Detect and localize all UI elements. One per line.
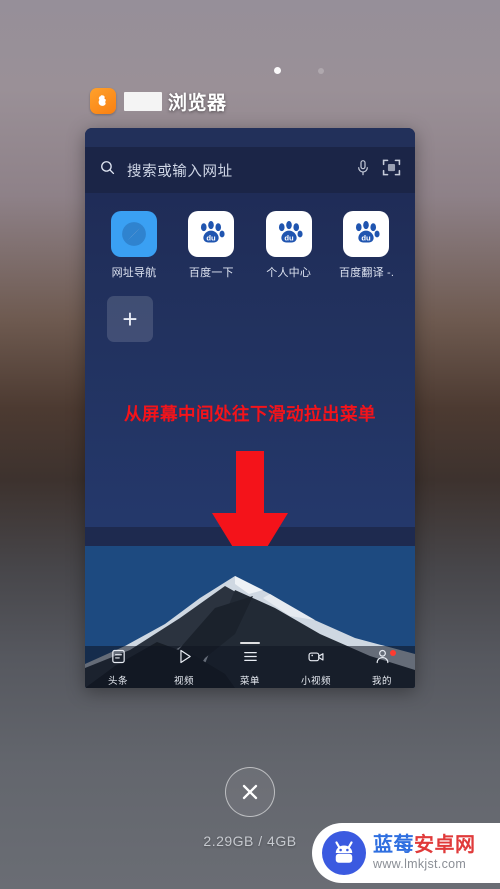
card-body: 网址导航 du 百度一下 du 个人中心 du 百度翻译 - + 从屏幕中间处往… (85, 193, 415, 575)
nav-item-video[interactable]: 视频 (151, 648, 217, 687)
shortcut-item[interactable]: 网址导航 (107, 211, 161, 280)
notification-badge-dot (390, 649, 396, 656)
nav-label: 菜单 (239, 675, 260, 687)
plus-icon: + (122, 304, 138, 334)
task-card[interactable]: 搜索或输入网址 网址导航 du 百度一下 du 个人中心 du 百度翻译 - +… (85, 128, 415, 688)
shortcut-label: 百度翻译 -... (338, 267, 393, 279)
close-all-button[interactable] (225, 767, 275, 817)
swipe-hint-text: 从屏幕中间处往下滑动拉出菜单 (124, 404, 376, 424)
watermark-title-red: 安卓网 (414, 833, 476, 856)
page-indicator-dots (0, 64, 500, 78)
gesture-handle (240, 642, 260, 644)
nav-item-menu[interactable]: 菜单 (217, 648, 283, 687)
card-top-strip (85, 128, 415, 147)
baidu-paw-icon: du (188, 211, 235, 257)
shortcut-grid: 网址导航 du 百度一下 du 个人中心 du 百度翻译 - (85, 211, 415, 280)
shortcut-item[interactable]: du 百度一下 (184, 211, 238, 280)
play-icon (176, 648, 193, 670)
watermark-text: 蓝莓安卓网 www.lmkjst.com (373, 833, 476, 871)
nav-label: 头条 (107, 675, 128, 687)
menu-icon (242, 648, 259, 670)
page-dot-inactive[interactable] (318, 67, 324, 74)
microphone-icon[interactable] (355, 159, 371, 182)
search-icon (99, 159, 116, 181)
add-shortcut-row: + (85, 296, 415, 342)
nav-item-headlines[interactable]: 头条 (85, 648, 151, 687)
nav-item-mine[interactable]: 我的 (349, 648, 415, 687)
app-title-row: 浏览器 (90, 88, 227, 114)
shortcut-item[interactable]: du 个人中心 (262, 211, 316, 280)
svg-text:du: du (207, 233, 217, 242)
nav-label: 小视频 (300, 675, 331, 687)
watermark-title-blue: 蓝莓 (373, 833, 414, 856)
watermark-title: 蓝莓安卓网 (373, 833, 476, 856)
shortcut-label: 百度一下 (188, 267, 234, 279)
uc-browser-icon (90, 88, 116, 114)
app-title-label: 浏览器 (168, 92, 227, 114)
add-shortcut-button[interactable]: + (107, 296, 153, 342)
watermark-url: www.lmkjst.com (373, 856, 467, 871)
shortcut-item[interactable]: du 百度翻译 -... (339, 211, 393, 280)
close-icon (242, 784, 258, 800)
nav-item-short-video[interactable]: 小视频 (283, 648, 349, 687)
search-bar[interactable]: 搜索或输入网址 (85, 147, 415, 193)
page-dot-active[interactable] (274, 67, 281, 74)
svg-text:du: du (361, 233, 371, 242)
shortcut-label: 网址导航 (111, 267, 157, 279)
redacted-name-block (124, 91, 162, 111)
baidu-paw-icon: du (265, 211, 312, 257)
headlines-icon (110, 648, 127, 670)
nav-label: 视频 (173, 675, 194, 687)
site-watermark: 蓝莓安卓网 www.lmkjst.com (312, 823, 500, 883)
svg-text:du: du (284, 233, 294, 242)
compass-icon (111, 211, 157, 257)
baidu-paw-icon: du (342, 211, 389, 257)
card-bottom-nav: 头条 视频 菜单 小视频 我的 (85, 646, 415, 688)
video-camera-icon (307, 648, 325, 670)
android-robot-icon (322, 831, 366, 875)
search-input[interactable]: 搜索或输入网址 (127, 160, 344, 181)
person-icon (374, 648, 391, 670)
nav-label: 我的 (371, 675, 392, 687)
qr-scan-icon[interactable] (382, 158, 401, 182)
shortcut-label: 个人中心 (266, 267, 312, 279)
